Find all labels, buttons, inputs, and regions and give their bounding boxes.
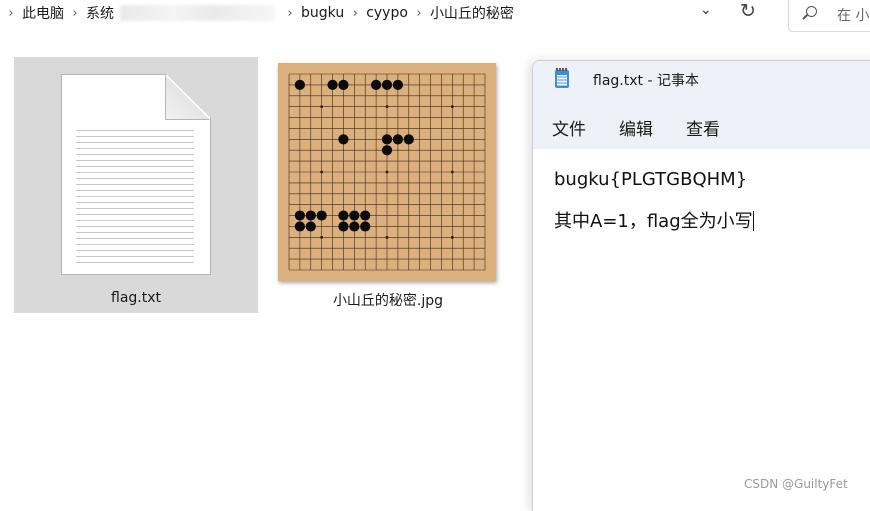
refresh-icon[interactable]: ↻ xyxy=(740,0,756,22)
menu-view[interactable]: 查看 xyxy=(686,115,720,140)
window-title: flag.txt - 记事本 xyxy=(593,73,699,89)
text-line-2-wrap: 其中A=1，flag全为小写 xyxy=(554,210,754,234)
breadcrumb-bugku[interactable]: bugku xyxy=(301,5,344,21)
file-item-flag-txt[interactable]: flag.txt xyxy=(14,57,258,313)
blurred-path xyxy=(120,5,275,21)
chevron-right-icon: › xyxy=(72,5,78,21)
black-stone xyxy=(327,79,338,91)
black-stone xyxy=(370,79,382,91)
file-name: 小山丘的秘密.jpg xyxy=(332,293,444,309)
chevron-right-icon: › xyxy=(352,5,358,21)
chevron-right-icon: › xyxy=(416,5,422,21)
chevron-right-icon: › xyxy=(8,5,14,21)
text-caret xyxy=(752,211,754,231)
menu-edit[interactable]: 编辑 xyxy=(619,115,653,140)
menu-file[interactable]: 文件 xyxy=(552,115,586,140)
black-stone xyxy=(392,134,404,145)
star-point xyxy=(385,170,389,174)
file-name: flag.txt xyxy=(111,290,161,306)
black-stone xyxy=(338,134,349,145)
black-stone xyxy=(305,210,316,221)
text-line-1: bugku{PLGTGBQHM} xyxy=(554,169,748,190)
page-fold xyxy=(165,75,210,120)
text-line-2: 其中A=1，flag全为小写 xyxy=(554,211,753,232)
black-stone xyxy=(294,210,306,221)
search-input[interactable]: 在 小 xyxy=(788,0,870,32)
watermark: CSDN @GuiltyFet xyxy=(744,477,848,491)
notepad-icon xyxy=(555,68,569,88)
document-lines xyxy=(76,125,194,263)
black-stone xyxy=(403,134,414,145)
black-stone xyxy=(360,221,371,232)
black-stone xyxy=(338,221,349,232)
star-point xyxy=(450,235,454,239)
notepad-window: flag.txt - 记事本 文件 编辑 查看 bugku{PLGTGBQHM}… xyxy=(532,60,870,511)
search-placeholder: 在 小 xyxy=(837,8,870,24)
black-stone xyxy=(381,79,393,91)
star-point xyxy=(320,235,324,239)
black-stone xyxy=(381,134,393,145)
black-stone xyxy=(294,221,306,232)
black-stone xyxy=(338,79,349,91)
text-editor[interactable]: bugku{PLGTGBQHM} 其中A=1，flag全为小写 xyxy=(554,168,754,234)
go-board-thumbnail[interactable] xyxy=(278,63,496,281)
chevron-down-icon[interactable]: ⌄ xyxy=(700,2,712,18)
black-stone xyxy=(349,210,360,221)
black-stone xyxy=(305,221,316,232)
star-point xyxy=(320,170,324,174)
star-point xyxy=(450,105,454,109)
black-stone xyxy=(349,221,360,232)
breadcrumb-current-folder[interactable]: 小山丘的秘密 xyxy=(430,3,514,23)
star-point xyxy=(385,235,389,239)
notepad-header: flag.txt - 记事本 文件 编辑 查看 xyxy=(533,61,870,149)
star-point xyxy=(450,170,454,174)
chevron-right-icon: › xyxy=(287,5,293,21)
breadcrumb: › 此电脑 › 系统 › bugku › cyypo › 小山丘的秘密 xyxy=(0,0,770,26)
black-stone xyxy=(338,210,349,221)
menu-bar: 文件 编辑 查看 xyxy=(552,115,720,140)
breadcrumb-this-pc[interactable]: 此电脑 xyxy=(22,3,64,23)
black-stone xyxy=(381,145,393,156)
star-point xyxy=(320,105,324,109)
breadcrumb-system[interactable]: 系统 xyxy=(86,3,114,23)
black-stone xyxy=(294,79,306,91)
black-stone xyxy=(360,210,371,221)
breadcrumb-cyypo[interactable]: cyypo xyxy=(366,5,408,21)
address-bar: › 此电脑 › 系统 › bugku › cyypo › 小山丘的秘密 ⌄ ↻ … xyxy=(0,0,870,32)
black-stone xyxy=(316,210,327,221)
black-stone xyxy=(392,79,404,91)
search-icon xyxy=(806,6,817,17)
star-point xyxy=(385,105,389,109)
